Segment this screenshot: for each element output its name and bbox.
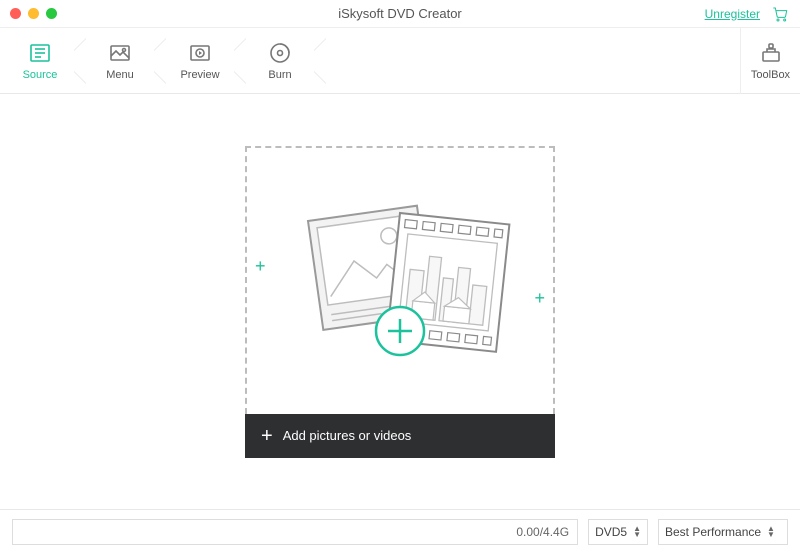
- main-area: + +: [0, 94, 800, 509]
- add-media-label: Add pictures or videos: [283, 428, 412, 443]
- disc-type-select[interactable]: DVD5 ▲▼: [588, 519, 648, 545]
- step-label: Source: [23, 69, 58, 81]
- footer: 0.00/4.4G DVD5 ▲▼ Best Performance ▲▼: [0, 509, 800, 553]
- sparkle-icon: +: [534, 288, 545, 309]
- toolbox-label: ToolBox: [751, 69, 790, 81]
- plus-icon: +: [261, 426, 273, 446]
- drop-area[interactable]: + +: [245, 146, 555, 414]
- quality-value: Best Performance: [665, 525, 761, 539]
- step-label: Burn: [268, 69, 291, 81]
- source-icon: [28, 41, 52, 65]
- quality-select[interactable]: Best Performance ▲▼: [658, 519, 788, 545]
- toolbox-icon: [759, 41, 783, 65]
- step-menu[interactable]: Menu: [80, 28, 160, 94]
- cart-icon[interactable]: [772, 6, 788, 22]
- window-controls: [10, 8, 57, 19]
- burn-icon: [268, 41, 292, 65]
- close-icon[interactable]: [10, 8, 21, 19]
- step-source[interactable]: Source: [0, 28, 80, 94]
- unregister-link[interactable]: Unregister: [705, 7, 760, 21]
- add-media-button[interactable]: + Add pictures or videos: [245, 414, 555, 458]
- sparkle-icon: +: [255, 256, 266, 277]
- step-burn[interactable]: Burn: [240, 28, 320, 94]
- step-label: Preview: [180, 69, 219, 81]
- toolbox-button[interactable]: ToolBox: [740, 28, 800, 94]
- preview-icon: [188, 41, 212, 65]
- dropzone[interactable]: + +: [245, 146, 555, 458]
- app-title: iSkysoft DVD Creator: [0, 6, 800, 21]
- step-label: Menu: [106, 69, 134, 81]
- media-illustration: [270, 191, 530, 371]
- menu-icon: [108, 41, 132, 65]
- titlebar: iSkysoft DVD Creator Unregister: [0, 0, 800, 28]
- capacity-text: 0.00/4.4G: [516, 525, 569, 539]
- step-bar: Source Menu Preview Burn: [0, 28, 800, 94]
- zoom-icon[interactable]: [46, 8, 57, 19]
- capacity-bar: 0.00/4.4G: [12, 519, 578, 545]
- chevron-updown-icon: ▲▼: [767, 526, 775, 538]
- chevron-updown-icon: ▲▼: [633, 526, 641, 538]
- step-preview[interactable]: Preview: [160, 28, 240, 94]
- minimize-icon[interactable]: [28, 8, 39, 19]
- disc-type-value: DVD5: [595, 525, 627, 539]
